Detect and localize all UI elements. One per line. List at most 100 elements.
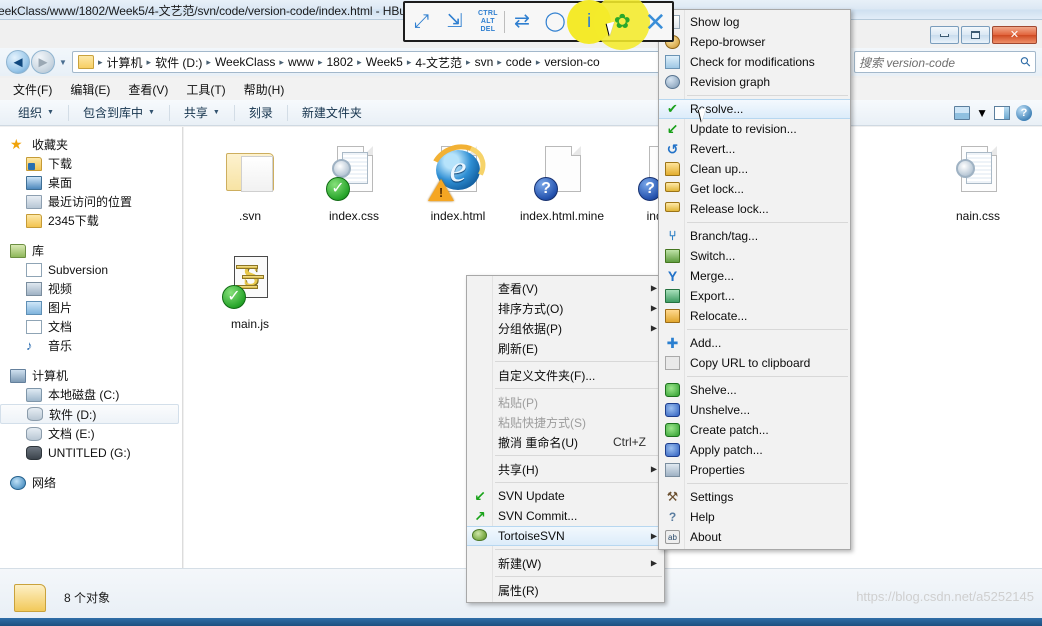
ctrl-alt-del-button[interactable]: CTRL ALT DEL <box>471 3 504 40</box>
file-item[interactable]: index.html <box>406 136 510 247</box>
submenu-item-relocate[interactable]: Relocate... <box>659 306 850 326</box>
submenu-item-release-lock[interactable]: Release lock... <box>659 199 850 219</box>
sidebar-item-subversion[interactable]: Subversion <box>0 260 182 279</box>
submenu-item-properties[interactable]: Properties <box>659 460 850 480</box>
submenu-item-copy-url[interactable]: Copy URL to clipboard <box>659 353 850 373</box>
fullscreen-button[interactable]: ⤢ <box>405 3 438 40</box>
sidebar-item-drive-d[interactable]: 软件 (D:) <box>0 404 179 424</box>
preview-pane-icon[interactable] <box>994 105 1010 120</box>
submenu-item-apply-patch[interactable]: Apply patch... <box>659 440 850 460</box>
submenu-item-check-modifications[interactable]: Check for modifications <box>659 52 850 72</box>
menu-help[interactable]: 帮助(H) <box>237 79 292 100</box>
submenu-item-update-to-revision[interactable]: ↙ Update to revision... <box>659 119 850 139</box>
minimize-button[interactable] <box>930 26 959 44</box>
submenu-item-repo-browser[interactable]: Repo-browser <box>659 32 850 52</box>
chevron-down-icon[interactable]: ▼ <box>976 106 988 120</box>
breadcrumb-item-1[interactable]: 软件 (D:) <box>153 54 204 71</box>
sidebar-item-untitled-g[interactable]: UNTITLED (G:) <box>0 443 182 462</box>
submenu-item-about[interactable]: ab About <box>659 527 850 547</box>
sidebar-item-recent-places[interactable]: 最近访问的位置 <box>0 192 182 211</box>
fit-window-button[interactable]: ⇲ <box>438 3 471 40</box>
help-icon[interactable]: ? <box>1016 104 1032 121</box>
search-input[interactable]: 搜索 version-code ⚲ <box>854 51 1036 73</box>
submenu-item-shelve[interactable]: Shelve... <box>659 380 850 400</box>
context-menu-item-sort-by[interactable]: 排序方式(O) ▶ <box>467 298 664 318</box>
navigation-pane[interactable]: ★ 收藏夹 下载 桌面 最近访问的位置 2345下载 库 Subversion … <box>0 127 183 568</box>
sidebar-item-music[interactable]: ♪ 音乐 <box>0 336 182 355</box>
submenu-item-show-log[interactable]: Show log <box>659 12 850 32</box>
submenu-item-revision-graph[interactable]: Revision graph <box>659 72 850 92</box>
submenu-item-clean-up[interactable]: Clean up... <box>659 159 850 179</box>
breadcrumb-item-2[interactable]: WeekClass <box>213 55 277 69</box>
context-menu-item-undo-rename[interactable]: 撤消 重命名(U) Ctrl+Z <box>467 432 664 452</box>
submenu-item-add[interactable]: ✚ Add... <box>659 333 850 353</box>
forward-button[interactable]: ► <box>31 50 55 74</box>
context-menu-item-customize-folder[interactable]: 自定义文件夹(F)... <box>467 365 664 385</box>
sidebar-item-local-disk-c[interactable]: 本地磁盘 (C:) <box>0 385 182 404</box>
breadcrumb-item-6[interactable]: 4-文艺范 <box>413 54 464 71</box>
recent-pages-dropdown[interactable]: ▼ <box>56 58 70 67</box>
sidebar-item-documents[interactable]: 文档 <box>0 317 182 336</box>
file-item[interactable]: nain.css <box>926 139 1030 247</box>
menu-edit[interactable]: 编辑(E) <box>63 79 117 100</box>
context-menu-item-tortoisesvn[interactable]: TortoiseSVN ▶ <box>467 526 664 546</box>
submenu-item-create-patch[interactable]: Create patch... <box>659 420 850 440</box>
sidebar-group-computer[interactable]: 计算机 <box>0 366 182 385</box>
close-vm-button[interactable]: ✕ <box>639 3 672 40</box>
sidebar-item-desktop[interactable]: 桌面 <box>0 173 182 192</box>
vm-floating-toolbar[interactable]: ⤢ ⇲ CTRL ALT DEL ⇄ ◯ i ✿ ✕ <box>403 0 674 50</box>
submenu-item-settings[interactable]: ⚒ Settings <box>659 487 850 507</box>
context-menu-item-group-by[interactable]: 分组依据(P) ▶ <box>467 318 664 338</box>
breadcrumb-item-3[interactable]: www <box>286 55 316 69</box>
context-menu[interactable]: 查看(V) ▶ 排序方式(O) ▶ 分组依据(P) ▶ 刷新(E) 自定义文件夹… <box>466 275 665 603</box>
sidebar-item-downloads[interactable]: 下载 <box>0 154 182 173</box>
tortoisesvn-submenu[interactable]: Show log Repo-browser Check for modifica… <box>658 9 851 550</box>
file-item[interactable]: index.html.mine <box>510 139 614 247</box>
menu-file[interactable]: 文件(F) <box>6 79 59 100</box>
context-menu-item-refresh[interactable]: 刷新(E) <box>467 338 664 358</box>
menu-view[interactable]: 查看(V) <box>121 79 175 100</box>
breadcrumb-item-7[interactable]: svn <box>473 55 496 69</box>
submenu-item-export[interactable]: Export... <box>659 286 850 306</box>
context-menu-item-new[interactable]: 新建(W) ▶ <box>467 553 664 573</box>
breadcrumb-item-8[interactable]: code <box>504 55 534 69</box>
file-item[interactable]: index.css <box>302 139 406 247</box>
organize-button[interactable]: 组织 ▼ <box>8 101 64 124</box>
maximize-button[interactable] <box>961 26 990 44</box>
sidebar-group-libraries[interactable]: 库 <box>0 241 182 260</box>
breadcrumb-item-0[interactable]: 计算机 <box>105 54 145 71</box>
submenu-item-unshelve[interactable]: Unshelve... <box>659 400 850 420</box>
submenu-item-branch-tag[interactable]: ⑂ Branch/tag... <box>659 226 850 246</box>
back-button[interactable]: ◄ <box>6 50 30 74</box>
file-item[interactable]: main.js <box>198 247 302 355</box>
submenu-item-get-lock[interactable]: Get lock... <box>659 179 850 199</box>
menu-tools[interactable]: 工具(T) <box>179 79 232 100</box>
sidebar-item-videos[interactable]: 视频 <box>0 279 182 298</box>
sidebar-group-favorites[interactable]: ★ 收藏夹 <box>0 135 182 154</box>
context-menu-item-svn-commit[interactable]: ↗ SVN Commit... <box>467 506 664 526</box>
breadcrumb-item-5[interactable]: Week5 <box>364 55 405 69</box>
submenu-item-help[interactable]: ? Help <box>659 507 850 527</box>
context-menu-item-properties[interactable]: 属性(R) <box>467 580 664 600</box>
context-menu-item-share[interactable]: 共享(H) ▶ <box>467 459 664 479</box>
context-menu-item-svn-update[interactable]: ↙ SVN Update <box>467 486 664 506</box>
change-view-icon[interactable] <box>954 105 971 120</box>
context-menu-item-view[interactable]: 查看(V) ▶ <box>467 278 664 298</box>
new-folder-button[interactable]: 新建文件夹 <box>292 101 372 124</box>
submenu-item-switch[interactable]: Switch... <box>659 246 850 266</box>
breadcrumb-item-9[interactable]: version-co <box>542 55 601 69</box>
breadcrumb-item-4[interactable]: 1802 <box>324 55 355 69</box>
share-button[interactable]: 共享 ▼ <box>174 101 230 124</box>
close-button[interactable]: ✕ <box>992 26 1037 44</box>
burn-button[interactable]: 刻录 <box>239 101 283 124</box>
sidebar-item-pictures[interactable]: 图片 <box>0 298 182 317</box>
sidebar-item-drive-e[interactable]: 文档 (E:) <box>0 424 182 443</box>
sidebar-group-network[interactable]: 网络 <box>0 473 182 492</box>
transfer-button[interactable]: ⇄ <box>505 3 538 40</box>
submenu-item-revert[interactable]: ↺ Revert... <box>659 139 850 159</box>
sidebar-item-2345download[interactable]: 2345下载 <box>0 211 182 230</box>
submenu-item-resolve[interactable]: ✔ Resolve... <box>659 99 850 119</box>
file-item[interactable]: .svn <box>198 139 302 247</box>
submenu-item-merge[interactable]: Y Merge... <box>659 266 850 286</box>
include-in-library-button[interactable]: 包含到库中 ▼ <box>73 101 165 124</box>
